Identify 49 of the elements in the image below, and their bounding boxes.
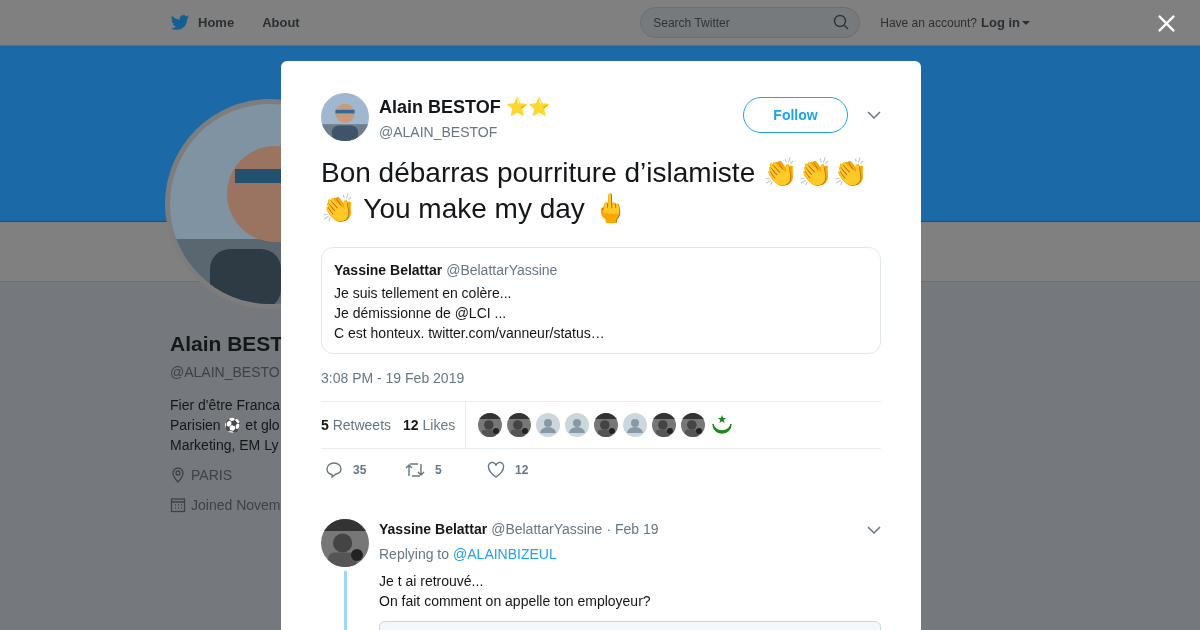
profile-joined: Joined Novem [191,495,281,515]
quoted-text: Je suis tellement en colère... Je démissionne de @LCI ... C est honteux. twitter.com/vanneur/status… [334,284,606,343]
close-icon[interactable] [1157,14,1176,33]
thread-line [343,571,347,630]
tweet-timestamp[interactable]: 3:08 PM - 19 Feb 2019 [321,368,881,389]
replying-to-label: Replying to [379,545,450,564]
chevron-down-icon[interactable] [867,524,881,535]
quoted-author-name: Yassine Belattar [334,261,443,280]
crescent-star-icon[interactable] [710,413,735,437]
about-link[interactable]: About [262,12,300,33]
profile-name: Alain BEST [170,331,284,357]
stat-link[interactable]: 5 Retweets [321,414,392,436]
stat-link[interactable]: 12 Likes [403,414,456,436]
reply-author-handle[interactable]: @BelattarYassine [491,519,603,540]
profile-location: PARIS [191,465,232,485]
tweet-text: Bon débarras pourriture d’islamiste 👏👏👏👏 You make my day 🖕 [321,156,869,226]
retweet-icon [405,461,425,479]
caret-icon [1022,18,1030,27]
chevron-down-icon[interactable] [867,110,881,120]
home-link[interactable]: Home [170,12,235,33]
calendar-icon [170,497,186,513]
reply-text: Je t ai retrouvé... On fait comment on appelle ton employeur? [379,572,652,611]
liker-avatar[interactable] [507,413,532,437]
liker-avatar[interactable] [652,413,677,437]
reply-avatar[interactable] [321,519,369,567]
location-pin-icon [170,467,186,483]
reply-button[interactable]: 35 [325,461,405,479]
quoted-author-handle: @BelattarYassine [446,261,558,280]
search-field[interactable]: Search Twitter [640,7,861,38]
bird-icon [170,12,190,33]
retweet-button[interactable]: 5 [405,461,487,479]
author-name[interactable]: Alain BESTOF ⭐⭐ [379,94,550,121]
reply-author-name[interactable]: Yassine Belattar [379,519,488,540]
search-icon [833,14,850,30]
profile-bio: Fier d'être Franca Parisien ⚽ et glo Marketing, EM Ly [170,395,282,455]
reply-icon [325,461,343,479]
liker-avatar[interactable] [478,413,503,437]
liker-avatar[interactable] [681,413,706,437]
mention-link[interactable]: @ALAINBIZEUL [453,544,557,565]
author-handle[interactable]: @ALAIN_BESTOF [379,122,550,143]
quoted-tweet[interactable]: Yassine Belattar @BelattarYassine Je suis tellement en colère... Je démissionne de @LCI ... C est honteux. twitter.com/vanneur/status… [321,247,881,354]
liker-avatar[interactable] [594,413,619,437]
login-link[interactable]: Log in [981,12,1030,33]
author-avatar[interactable] [321,93,369,141]
like-button[interactable]: 12 [487,461,567,479]
heart-icon [487,461,505,479]
account-prompt: Have an account? [880,14,977,32]
reply-date[interactable]: · Feb 19 [606,519,659,540]
profile-handle: @ALAIN_BESTO [170,362,281,382]
